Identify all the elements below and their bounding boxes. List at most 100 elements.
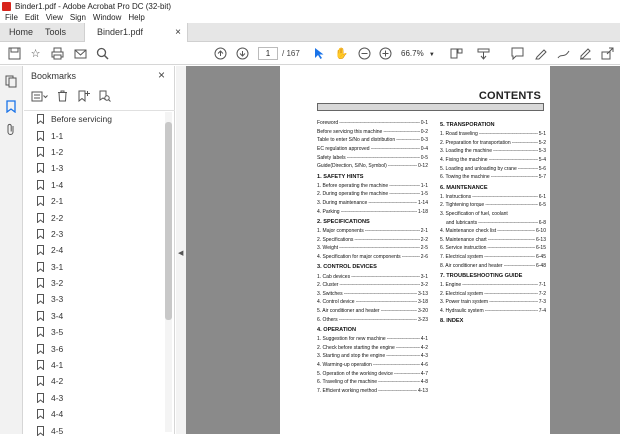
bookmark-item[interactable]: 4-3 bbox=[24, 390, 164, 406]
document-viewer[interactable]: CONTENTS Foreword0-1Before servicing thi… bbox=[186, 66, 620, 434]
bookmark-item[interactable]: 3-1 bbox=[24, 259, 164, 275]
toc-entry[interactable]: 2. During operating the machine 1-5 bbox=[317, 190, 428, 199]
page-number-input[interactable]: 1 bbox=[258, 47, 278, 60]
toc-entry[interactable]: 2. Specifications 2-2 bbox=[317, 236, 428, 245]
tab-tools[interactable]: Tools bbox=[45, 23, 66, 42]
toc-entry[interactable]: 2. Check before starting the engine 4-2 bbox=[317, 343, 428, 352]
mail-icon[interactable] bbox=[73, 46, 88, 61]
toc-entry[interactable]: 7. Efficient working method 4-13 bbox=[317, 386, 428, 395]
select-cursor-icon[interactable] bbox=[312, 46, 327, 61]
toc-entry[interactable]: 1. Instructions 6-1 bbox=[440, 193, 546, 202]
toc-entry[interactable]: 2. Preparation for transportation 5-2 bbox=[440, 139, 546, 148]
toc-entry[interactable]: 4. Hydraulic system 7-4 bbox=[440, 307, 546, 316]
bookmark-item[interactable]: 1-1 bbox=[24, 127, 164, 143]
toc-entry[interactable]: 6. Service instruction 6-15 bbox=[440, 244, 546, 253]
toc-entry[interactable]: 6. Towing the machine 5-7 bbox=[440, 173, 546, 182]
toc-entry[interactable]: 5. Air conditioner and heater 3-20 bbox=[317, 307, 428, 316]
bookmark-item[interactable]: 4-2 bbox=[24, 373, 164, 389]
bookmark-item[interactable]: 2-3 bbox=[24, 226, 164, 242]
bookmark-item[interactable]: Before servicing bbox=[24, 111, 164, 127]
toc-entry[interactable]: 1. Road traveling 5-1 bbox=[440, 130, 546, 139]
toc-entry[interactable]: Guide(Direction, S/No, Symbol) 0-12 bbox=[317, 162, 428, 171]
panel-collapse-strip[interactable]: ◀ bbox=[176, 66, 186, 434]
search-bookmark-icon[interactable] bbox=[98, 90, 111, 103]
bookmark-item[interactable]: 4-1 bbox=[24, 357, 164, 373]
toc-entry[interactable]: 6. Others 3-23 bbox=[317, 315, 428, 324]
page-layout-icon[interactable] bbox=[449, 46, 464, 61]
bookmark-item[interactable]: 3-5 bbox=[24, 324, 164, 340]
zoom-level[interactable]: 66.7% ▼ bbox=[401, 47, 435, 60]
draw-icon[interactable] bbox=[556, 46, 571, 61]
menu-help[interactable]: Help bbox=[128, 13, 144, 22]
bookmark-item[interactable]: 1-4 bbox=[24, 177, 164, 193]
toc-entry[interactable]: 3. Loading the machine 5-3 bbox=[440, 147, 546, 156]
scroll-mode-icon[interactable] bbox=[476, 46, 491, 61]
bookmark-item[interactable]: 3-2 bbox=[24, 275, 164, 291]
bookmark-item[interactable]: 2-4 bbox=[24, 242, 164, 258]
print-icon[interactable] bbox=[50, 46, 65, 61]
bookmark-item[interactable]: 1-2 bbox=[24, 144, 164, 160]
toc-entry[interactable]: 3. During maintenance 1-14 bbox=[317, 199, 428, 208]
toc-entry[interactable]: 3. Starting and stop the engine 4-3 bbox=[317, 352, 428, 361]
toc-entry[interactable]: Safety labels 0-5 bbox=[317, 153, 428, 162]
toc-entry[interactable]: 4. Warming-up operation 4-6 bbox=[317, 361, 428, 370]
toc-entry[interactable]: 5. Operation of the working device 4-7 bbox=[317, 369, 428, 378]
search-icon[interactable] bbox=[95, 46, 110, 61]
toc-entry[interactable]: 1. Before operating the machine 1-1 bbox=[317, 182, 428, 191]
menu-sign[interactable]: Sign bbox=[70, 13, 86, 22]
bookmark-item[interactable]: 3-6 bbox=[24, 340, 164, 356]
fill-sign-icon[interactable] bbox=[578, 46, 593, 61]
bookmark-item[interactable]: 3-3 bbox=[24, 291, 164, 307]
toc-entry[interactable]: 4. Fixing the machine 5-4 bbox=[440, 156, 546, 165]
toc-entry[interactable]: 4. Control device 3-18 bbox=[317, 298, 428, 307]
share-icon[interactable] bbox=[600, 46, 615, 61]
previous-page-icon[interactable] bbox=[213, 46, 228, 61]
bookmark-item[interactable]: 1-3 bbox=[24, 160, 164, 176]
toc-entry[interactable]: 3. Weight 2-5 bbox=[317, 244, 428, 253]
toc-entry[interactable]: 1. Suggestion for new machine 4-1 bbox=[317, 335, 428, 344]
bookmark-item[interactable]: 2-2 bbox=[24, 209, 164, 225]
menu-window[interactable]: Window bbox=[93, 13, 121, 22]
bookmark-item[interactable]: 4-4 bbox=[24, 406, 164, 422]
toc-entry[interactable]: Table to enter S/No and distribution 0-3 bbox=[317, 136, 428, 145]
bookmark-item[interactable]: 2-1 bbox=[24, 193, 164, 209]
highlight-pen-icon[interactable] bbox=[533, 46, 548, 61]
options-menu-icon[interactable] bbox=[30, 90, 48, 103]
zoom-out-icon[interactable] bbox=[357, 46, 372, 61]
toc-entry[interactable]: 4. Specification for major components 2-6 bbox=[317, 253, 428, 262]
hand-tool-icon[interactable]: ✋ bbox=[334, 46, 349, 61]
toc-entry[interactable]: 2. Tightening torque 6-5 bbox=[440, 201, 546, 210]
close-tab-icon[interactable]: × bbox=[175, 23, 181, 42]
toc-entry[interactable]: 3. Power train system 7-3 bbox=[440, 298, 546, 307]
toc-entry[interactable]: 5. Maintenance chart 6-13 bbox=[440, 236, 546, 245]
zoom-in-icon[interactable] bbox=[378, 46, 393, 61]
tab-document[interactable]: Binder1.pdf × bbox=[84, 23, 188, 42]
bookmarks-panel-icon[interactable] bbox=[4, 99, 18, 113]
toc-entry[interactable]: 4. Maintenance check list 6-10 bbox=[440, 227, 546, 236]
toc-entry[interactable]: and lubricants 6-8 bbox=[440, 218, 546, 227]
tab-home[interactable]: Home bbox=[9, 23, 33, 42]
menu-file[interactable]: File bbox=[5, 13, 18, 22]
toc-entry[interactable]: 6. Traveling of the machine 4-8 bbox=[317, 378, 428, 387]
toc-entry[interactable]: 1. Major components 2-1 bbox=[317, 227, 428, 236]
toc-entry[interactable]: 1. Engine 7-1 bbox=[440, 281, 546, 290]
toc-entry[interactable]: 3. Switches 3-13 bbox=[317, 290, 428, 299]
toc-entry[interactable]: Before servicing this machine 0-2 bbox=[317, 128, 428, 137]
page-thumbnails-icon[interactable] bbox=[4, 74, 18, 88]
toc-entry[interactable]: 8. Air conditioner and heater 6-48 bbox=[440, 261, 546, 270]
delete-bookmark-icon[interactable] bbox=[56, 90, 69, 103]
next-page-icon[interactable] bbox=[235, 46, 250, 61]
toc-entry[interactable]: Foreword 0-1 bbox=[317, 119, 428, 128]
toc-entry[interactable]: 2. Electrical system 7-2 bbox=[440, 290, 546, 299]
toc-entry[interactable]: 5. Loading and unloading by crane 5-6 bbox=[440, 164, 546, 173]
bookmark-star-icon[interactable]: ☆ bbox=[28, 46, 43, 61]
menu-view[interactable]: View bbox=[46, 13, 63, 22]
toc-entry[interactable]: EC regulation approved 0-4 bbox=[317, 145, 428, 154]
toc-entry[interactable]: 4. Parking 1-18 bbox=[317, 207, 428, 216]
bookmark-item[interactable]: 4-5 bbox=[24, 422, 164, 438]
menu-edit[interactable]: Edit bbox=[25, 13, 39, 22]
toc-entry[interactable]: 7. Electrical system 6-45 bbox=[440, 253, 546, 262]
collapse-arrow-icon[interactable]: ◀ bbox=[178, 249, 183, 257]
attachments-icon[interactable] bbox=[4, 122, 18, 136]
save-icon[interactable] bbox=[7, 46, 22, 61]
